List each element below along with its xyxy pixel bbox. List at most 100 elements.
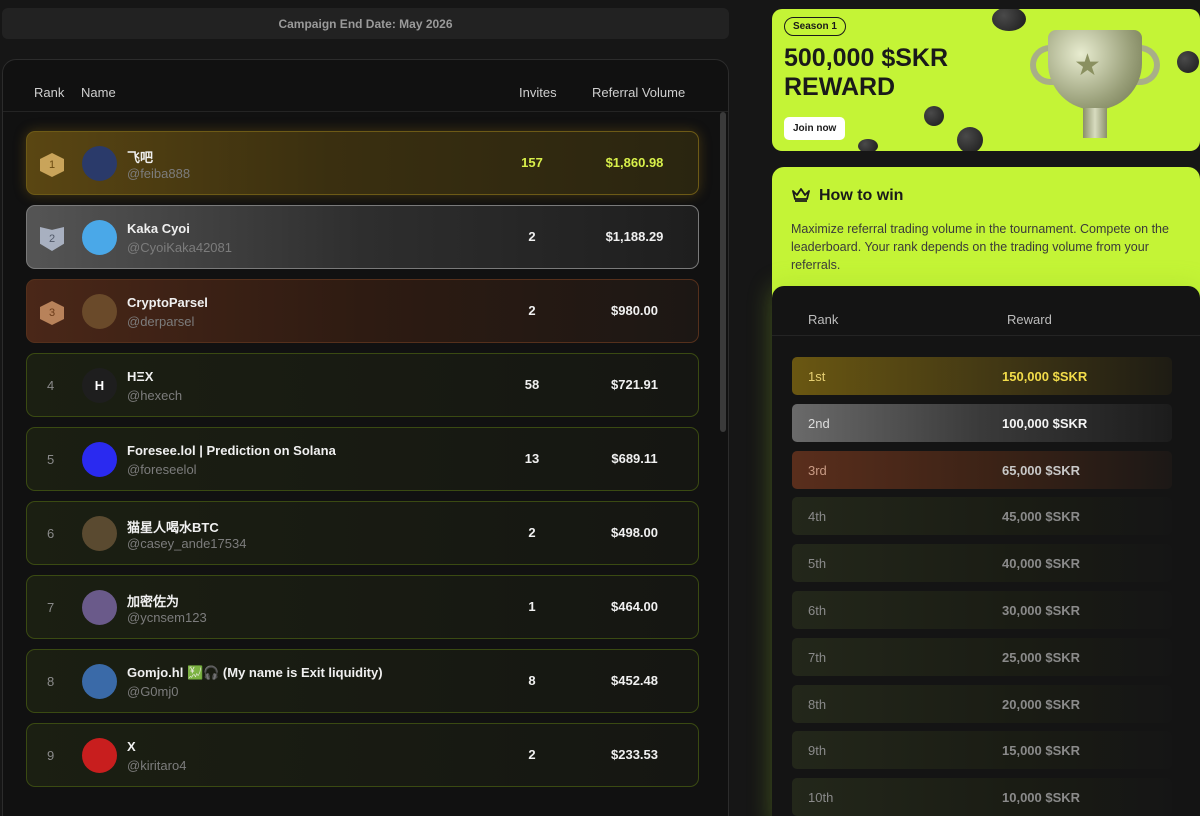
leaderboard-row[interactable]: 1 飞吧 @feiba888 157 $1,860.98 [26,131,699,195]
season-badge: Season 1 [784,17,846,36]
join-now-button[interactable]: Join now [784,117,846,140]
user-handle[interactable]: @ycnsem123 [127,610,207,625]
reward-row: 9th 15,000 $SKR [792,731,1172,770]
user-handle[interactable]: @G0mj0 [127,684,179,699]
reward-amount: 30,000 $SKR [1002,603,1081,618]
reward-rank: 5th [808,556,827,572]
invites-count: 2 [528,747,536,762]
trophy-stem [1083,108,1107,138]
how-to-win-title: How to win [819,187,904,204]
referral-volume: $233.53 [611,747,658,762]
how-to-win-description: Maximize referral trading volume in the … [791,222,1169,272]
user-name: HΞX [127,369,154,384]
reward-amount: 100,000 $SKR [1002,415,1088,431]
reward-row: 2nd 100,000 $SKR [792,403,1172,442]
referral-volume: $464.00 [611,599,658,614]
leaderboard-row[interactable]: 2 Kaka Cyoi @CyoiKaka42081 2 $1,188.29 [26,205,699,269]
reward-rank: 3rd [808,462,827,478]
rank-number: 6 [47,526,55,541]
crown-icon [792,188,810,202]
reward-amount: 15,000 $SKR [1002,743,1081,759]
referral-volume: $452.48 [611,673,658,688]
user-handle[interactable]: @kiritaro4 [127,758,186,773]
user-handle[interactable]: @derparsel [127,314,194,329]
header-invites: Invites [519,85,557,100]
reward-row: 5th 40,000 $SKR [792,544,1172,583]
rank-medal-icon: 3 [40,301,64,325]
reward-rank: 10th [808,790,834,806]
referral-volume: $721.91 [611,377,658,392]
leaderboard-row[interactable]: 4 H HΞX @hexech 58 $721.91 [26,353,699,417]
user-handle[interactable]: @CyoiKaka42081 [127,240,232,255]
invites-count: 2 [528,229,536,244]
rank-number: 7 [47,600,55,615]
invites-count: 2 [528,525,536,540]
user-handle[interactable]: @foreseelol [127,462,197,477]
reward-rank: 8th [808,696,827,712]
avatar[interactable] [82,294,117,329]
leaderboard-row[interactable]: 7 加密佐为 @ycnsem123 1 $464.00 [26,575,699,639]
leaderboard-row[interactable]: 8 Gomjo.hl 💹🎧 (My name is Exit liquidity)… [26,649,699,713]
invites-count: 157 [521,155,543,170]
rank-medal-icon: 1 [40,153,64,177]
invites-count: 58 [524,377,540,392]
rank-medal-icon: 2 [40,227,64,251]
user-handle[interactable]: @feiba888 [127,166,190,181]
avatar[interactable] [82,516,117,551]
reward-amount: 10,000 $SKR [1002,790,1081,806]
user-handle[interactable]: @hexech [127,388,182,403]
reward-rank: 1st [808,369,826,384]
coin-icon [858,139,878,151]
avatar[interactable]: H [82,368,117,403]
avatar[interactable] [82,664,117,699]
banner-title: 500,000 $SKR REWARD [784,44,949,101]
leaderboard-scrollbar[interactable] [720,112,726,432]
page: Campaign End Date: May 2026 Rank Name In… [0,0,1200,816]
invites-count: 8 [528,673,536,688]
user-handle[interactable]: @casey_ande17534 [127,536,246,551]
avatar[interactable] [82,442,117,477]
coin-icon [992,9,1026,31]
campaign-end-date: Campaign End Date: May 2026 [2,8,729,39]
referral-volume: $689.11 [611,451,658,466]
rank-number: 5 [47,452,55,467]
reward-rank: 2nd [808,415,830,431]
invites-count: 2 [528,303,536,318]
avatar[interactable] [82,590,117,625]
referral-volume: $980.00 [611,303,658,318]
coin-icon [924,106,944,126]
leaderboard-row[interactable]: 6 猫星人喝水BTC @casey_ande17534 2 $498.00 [26,501,699,565]
avatar[interactable] [82,220,117,255]
avatar[interactable] [82,738,117,773]
reward-row: 1st 150,000 $SKR [792,357,1172,395]
user-name: 飞吧 [127,150,154,165]
rank-number: 9 [47,748,55,763]
user-name: X [127,739,136,754]
invites-count: 13 [524,451,540,466]
reward-row: 8th 20,000 $SKR [792,684,1172,723]
coin-icon [957,127,983,151]
leaderboard-row[interactable]: 3 CryptoParsel @derparsel 2 $980.00 [26,279,699,343]
user-name: Gomjo.hl 💹🎧 (My name is Exit liquidity) [127,665,383,680]
header-name: Name [81,85,116,100]
user-name: Foresee.lol | Prediction on Solana [127,443,336,458]
reward-amount: 20,000 $SKR [1002,696,1081,712]
avatar[interactable] [82,146,117,181]
invites-count: 1 [528,599,536,614]
reward-rank: 9th [808,743,827,759]
rank-number: 4 [47,378,55,393]
leaderboard-header: Rank Name Invites Referral Volume [3,60,728,112]
reward-header-reward: Reward [1007,312,1052,327]
reward-row: 7th 25,000 $SKR [792,637,1172,676]
reward-amount: 40,000 $SKR [1002,556,1081,572]
referral-volume: $498.00 [611,525,658,540]
leaderboard-row[interactable]: 5 Foresee.lol | Prediction on Solana @fore… [26,427,699,491]
reward-amount: 25,000 $SKR [1002,649,1081,665]
reward-rank: 4th [808,509,827,525]
reward-header-rank: Rank [808,312,839,327]
reward-row: 4th 45,000 $SKR [792,497,1172,536]
rank-number: 8 [47,674,55,689]
reward-row: 6th 30,000 $SKR [792,591,1172,629]
user-name: CryptoParsel [127,295,208,310]
leaderboard-row[interactable]: 9 X @kiritaro4 2 $233.53 [26,723,699,787]
